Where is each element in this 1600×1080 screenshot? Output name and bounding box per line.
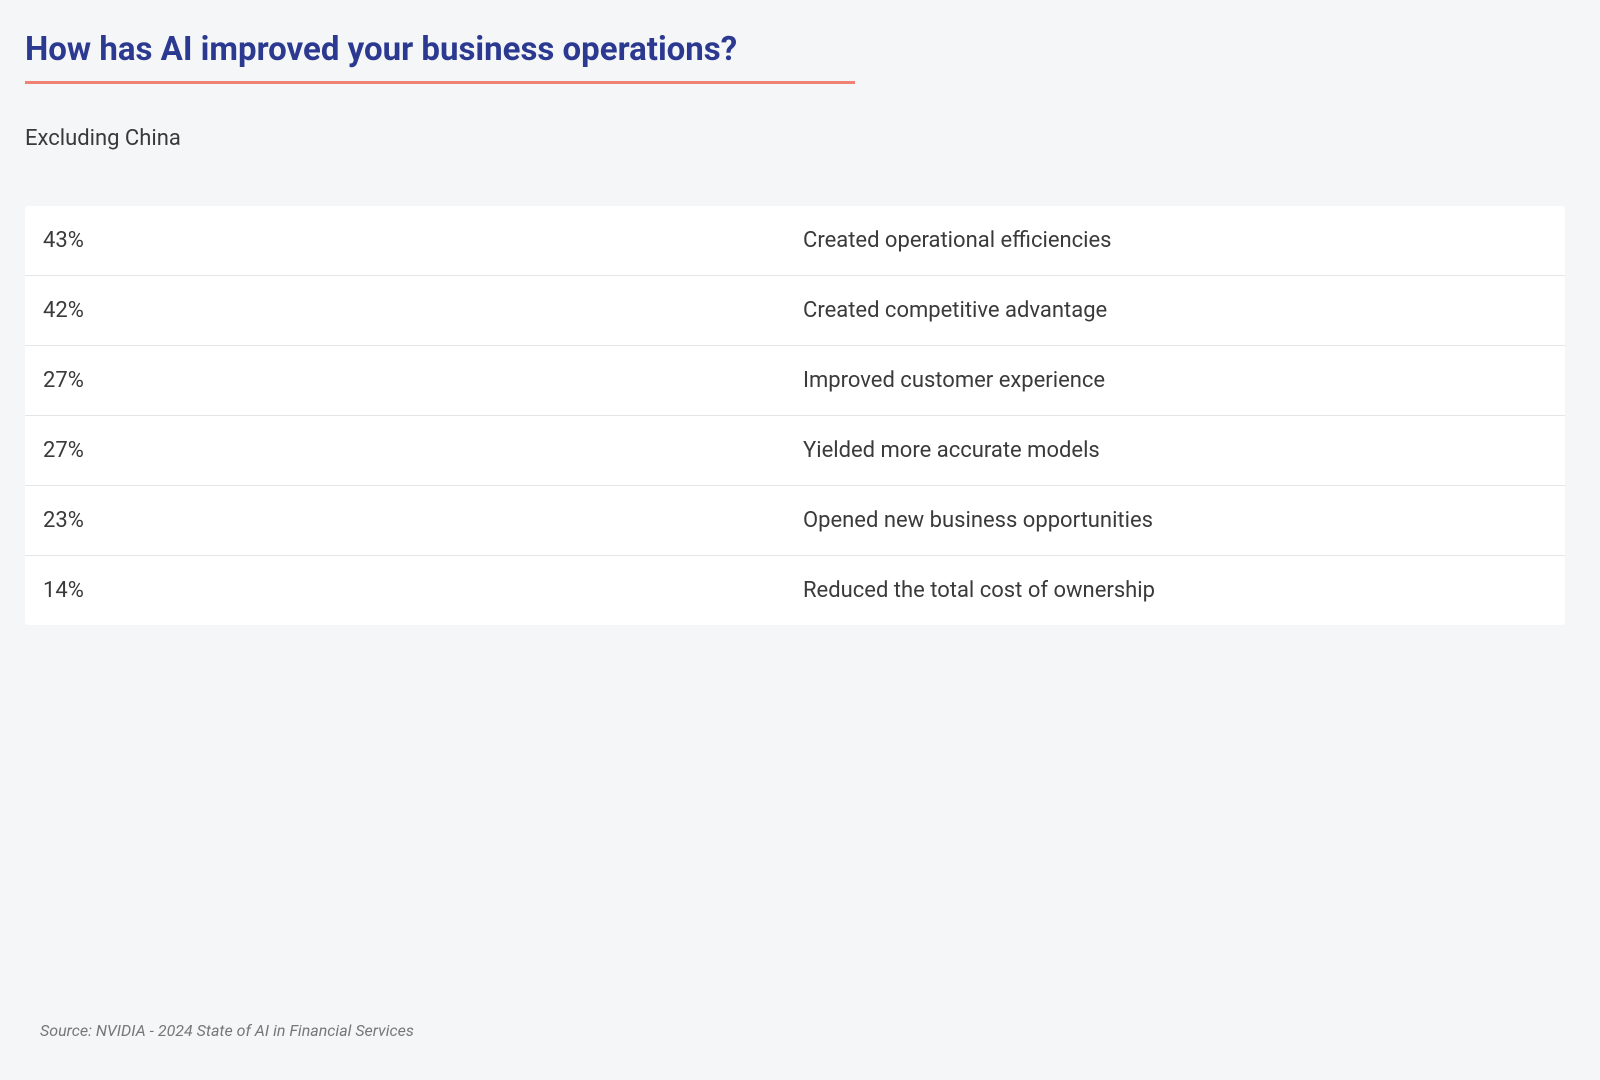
percentage-value: 43% — [43, 228, 803, 253]
table-row: 14% Reduced the total cost of ownership — [25, 556, 1565, 625]
percentage-value: 27% — [43, 438, 803, 463]
row-label: Opened new business opportunities — [803, 508, 1547, 533]
table-row: 42% Created competitive advantage — [25, 276, 1565, 346]
percentage-value: 42% — [43, 298, 803, 323]
chart-title: How has AI improved your business operat… — [25, 30, 855, 84]
percentage-value: 14% — [43, 578, 803, 603]
table-row: 23% Opened new business opportunities — [25, 486, 1565, 556]
chart-subtitle: Excluding China — [25, 126, 1575, 151]
percentage-value: 23% — [43, 508, 803, 533]
source-attribution: Source: NVIDIA - 2024 State of AI in Fin… — [40, 1021, 414, 1040]
table-row: 27% Improved customer experience — [25, 346, 1565, 416]
row-label: Created competitive advantage — [803, 298, 1547, 323]
table-row: 43% Created operational efficiencies — [25, 206, 1565, 276]
percentage-value: 27% — [43, 368, 803, 393]
row-label: Created operational efficiencies — [803, 228, 1547, 253]
table-row: 27% Yielded more accurate models — [25, 416, 1565, 486]
data-table: 43% Created operational efficiencies 42%… — [25, 206, 1565, 625]
row-label: Reduced the total cost of ownership — [803, 578, 1547, 603]
row-label: Yielded more accurate models — [803, 438, 1547, 463]
row-label: Improved customer experience — [803, 368, 1547, 393]
